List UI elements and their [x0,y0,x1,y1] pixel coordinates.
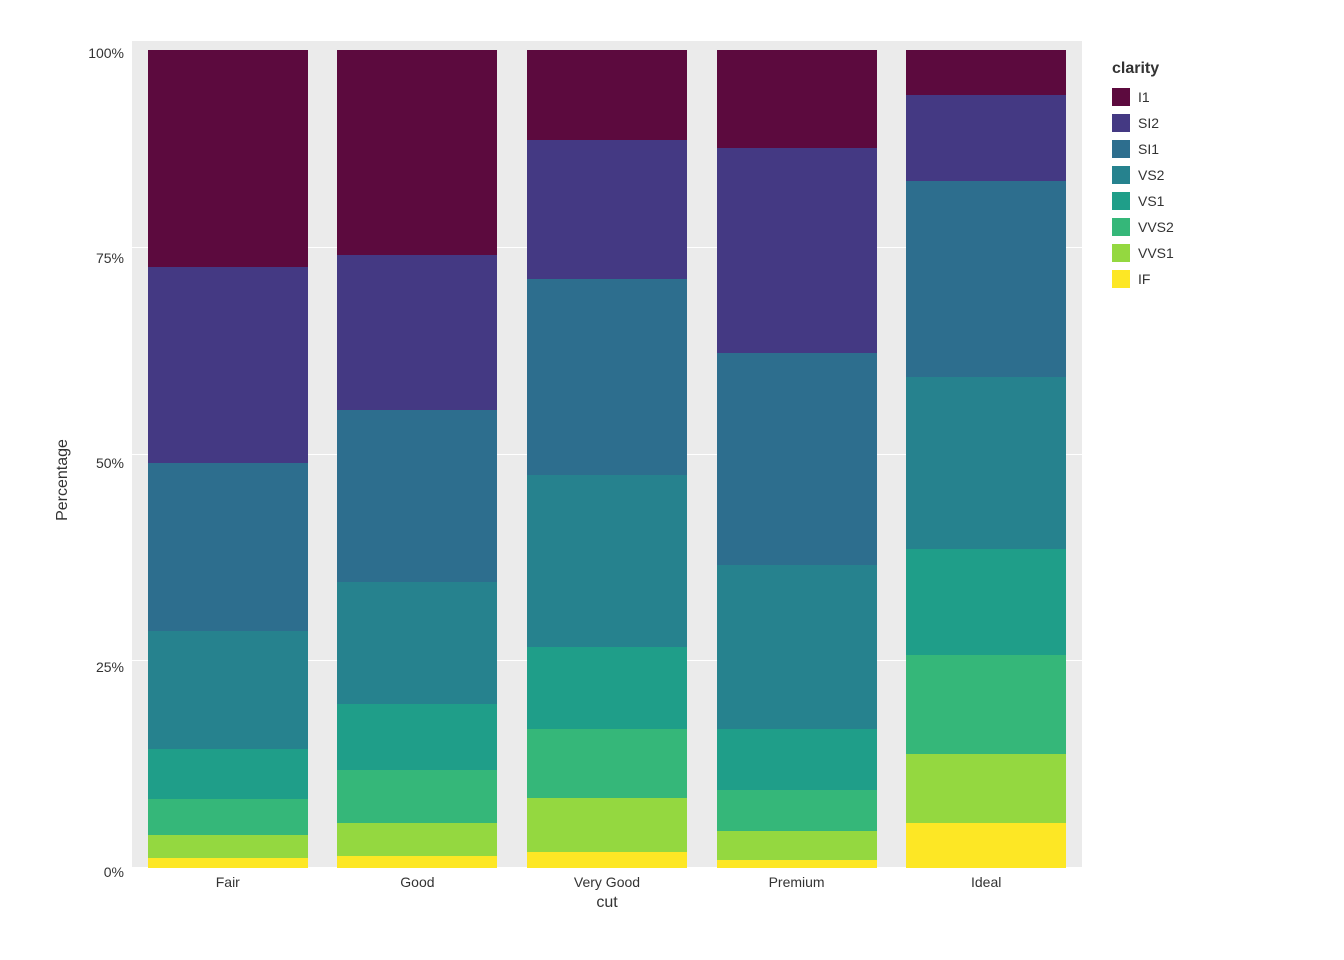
stacked-bar [527,50,687,868]
bar-segment-if [717,860,877,868]
x-tick: Ideal [900,874,1072,890]
bar-segment-if [527,852,687,868]
legend: clarity I1 SI2 SI1 VS2 VS1 VVS2 VVS1 IF [1112,40,1272,296]
legend-swatch [1112,270,1130,288]
legend-label: VVS2 [1138,219,1174,235]
bar-group [332,50,504,868]
bar-segment-si2 [906,95,1066,181]
bar-segment-vs2 [717,565,877,729]
y-tick: 100% [88,45,124,61]
legend-swatch [1112,88,1130,106]
chart-area: 100% 75% 50% 25% 0% Fair Good Very Good Premium… [72,40,1272,920]
bar-segment-vvs2 [148,799,308,836]
legend-item-vvs1: VVS1 [1112,244,1174,262]
legend-swatch [1112,244,1130,262]
bar-segment-vvs2 [337,770,497,823]
x-tick: Fair [142,874,314,890]
plot-main: Fair Good Very Good Premium Ideal cut [132,40,1082,920]
legend-label: VVS1 [1138,245,1174,261]
bar-segment-vs2 [906,377,1066,549]
bar-segment-vs2 [337,582,497,705]
y-tick: 75% [96,250,124,266]
plot-with-yaxis: 100% 75% 50% 25% 0% Fair Good Very Good Premium… [72,40,1082,920]
stacked-bar [906,50,1066,868]
bar-segment-if [906,823,1066,868]
y-axis-label: Percentage [54,439,72,521]
bar-segment-si2 [527,140,687,279]
bar-segment-i1 [148,50,308,267]
x-tick: Premium [711,874,883,890]
bar-segment-si1 [906,181,1066,377]
stacked-bar [337,50,497,868]
bar-segment-si1 [148,463,308,631]
legend-item-i1: I1 [1112,88,1174,106]
grid-line [132,40,1082,41]
legend-item-if: IF [1112,270,1174,288]
bar-segment-vs1 [906,549,1066,655]
bar-segment-vvs2 [527,729,687,799]
legend-item-vs1: VS1 [1112,192,1174,210]
x-axis: Fair Good Very Good Premium Ideal [132,874,1082,890]
legend-label: VS2 [1138,167,1164,183]
legend-swatch [1112,114,1130,132]
bar-segment-vvs1 [717,831,877,860]
legend-swatch [1112,140,1130,158]
bar-segment-vvs2 [906,655,1066,753]
bar-segment-si2 [337,255,497,410]
legend-items-container: I1 SI2 SI1 VS2 VS1 VVS2 VVS1 IF [1112,88,1174,296]
legend-label: SI2 [1138,115,1159,131]
y-tick: 25% [96,659,124,675]
legend-item-si2: SI2 [1112,114,1174,132]
legend-swatch [1112,218,1130,236]
bar-segment-si1 [337,410,497,582]
bar-segment-si2 [148,267,308,463]
stacked-bar [717,50,877,868]
bar-segment-vs1 [148,749,308,798]
bar-segment-vvs2 [717,790,877,831]
x-tick: Good [332,874,504,890]
bar-segment-si1 [527,279,687,475]
legend-label: IF [1138,271,1150,287]
legend-label: SI1 [1138,141,1159,157]
bar-segment-vs2 [148,631,308,750]
bar-segment-vs1 [337,704,497,769]
bar-segment-vvs1 [527,798,687,851]
bars-area [132,40,1082,868]
x-tick: Very Good [521,874,693,890]
bar-segment-vs1 [717,729,877,790]
x-axis-label: cut [132,894,1082,912]
bar-segment-i1 [337,50,497,255]
legend-title: clarity [1112,60,1159,78]
stacked-bar [148,50,308,868]
legend-item-si1: SI1 [1112,140,1174,158]
legend-label: VS1 [1138,193,1164,209]
y-tick: 50% [96,455,124,471]
chart-container: Percentage 100%75%50%25%0% FairGo [0,0,1344,960]
y-axis: 100% 75% 50% 25% 0% [72,40,132,920]
legend-item-vs2: VS2 [1112,166,1174,184]
bar-segment-vs2 [527,475,687,647]
bar-group [711,50,883,868]
bar-segment-vs1 [527,647,687,729]
plot-region: 100% 75% 50% 25% 0% Fair Good Very Good Premium… [72,40,1082,920]
bar-segment-i1 [717,50,877,148]
bar-segment-si1 [717,353,877,566]
legend-item-vvs2: VVS2 [1112,218,1174,236]
bar-segment-si2 [717,148,877,353]
y-tick: 0% [104,864,124,880]
bar-group [521,50,693,868]
bar-segment-if [148,858,308,868]
legend-swatch [1112,192,1130,210]
bar-segment-vvs1 [906,754,1066,824]
legend-label: I1 [1138,89,1150,105]
bar-group [900,50,1072,868]
bar-segment-if [337,856,497,868]
legend-swatch [1112,166,1130,184]
bar-segment-i1 [527,50,687,140]
bar-segment-vvs1 [148,835,308,858]
bar-group [142,50,314,868]
bar-segment-vvs1 [337,823,497,856]
bar-segment-i1 [906,50,1066,95]
